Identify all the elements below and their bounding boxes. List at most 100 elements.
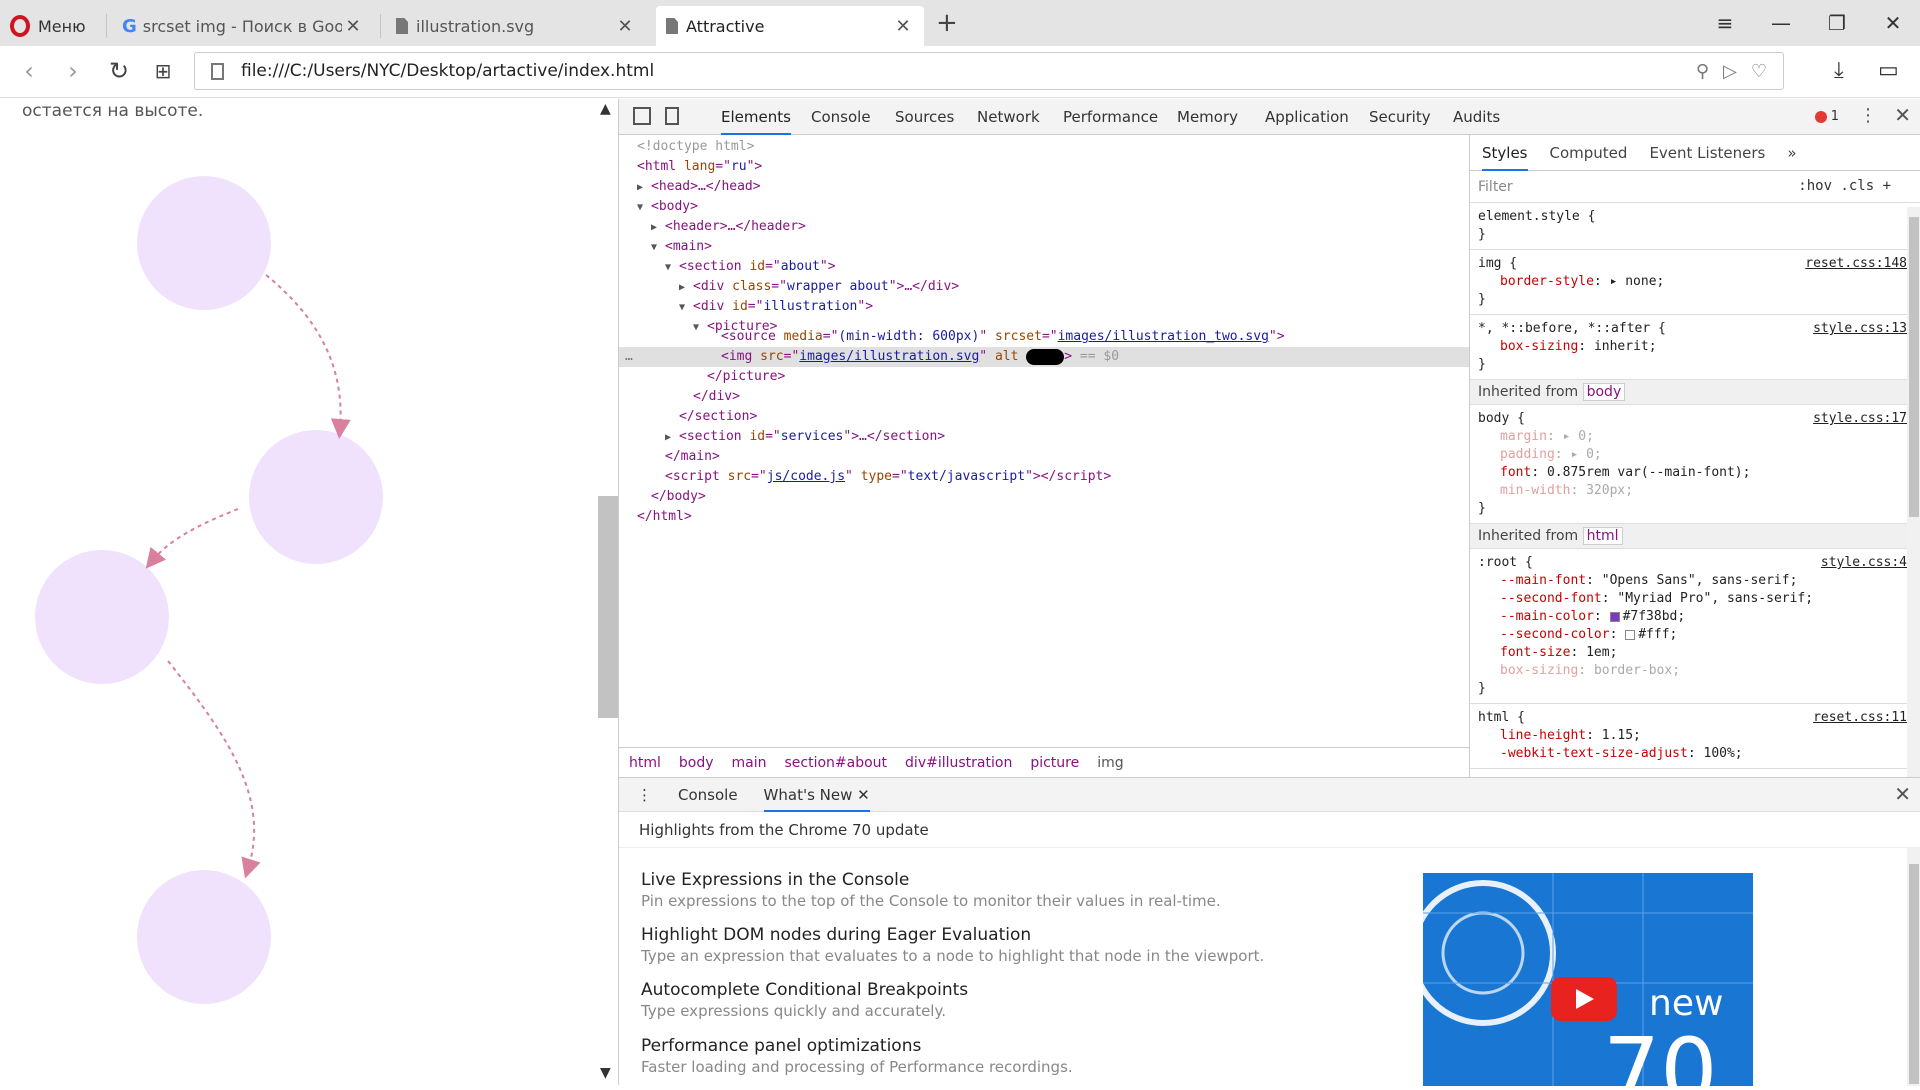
close-icon[interactable]: ✕ <box>892 16 914 37</box>
breadcrumb-img[interactable]: img <box>1097 755 1123 771</box>
battery-icon[interactable]: ▭ <box>1878 58 1899 83</box>
tree-section-close[interactable]: </section> <box>679 407 757 427</box>
tree-header[interactable]: ▶ <header>…</header> <box>651 217 806 237</box>
tree-picture-close[interactable]: </picture> <box>707 367 785 387</box>
styles-filter[interactable]: Filter :hov .cls + <box>1470 171 1920 203</box>
new-tab-button[interactable]: + <box>936 8 958 38</box>
minimize-button[interactable]: — <box>1758 6 1804 40</box>
tree-script[interactable]: <script src="js/code.js" type="text/java… <box>665 467 1111 487</box>
css-property[interactable]: line-height: 1.15; <box>1478 727 1913 745</box>
scroll-thumb[interactable] <box>1909 217 1919 517</box>
tree-main[interactable]: ▼ <main> <box>651 237 712 257</box>
reload-button[interactable]: ↻ <box>104 58 134 84</box>
send-icon[interactable]: ▷ <box>1723 61 1737 82</box>
rule-source-link[interactable]: reset.css:11 <box>1813 709 1907 727</box>
tree-doctype[interactable]: <!doctype html> <box>637 137 754 157</box>
close-window-button[interactable]: ✕ <box>1870 6 1916 40</box>
css-property[interactable]: font-size: 1em; <box>1478 644 1913 662</box>
tree-div-illustration[interactable]: ▼ <div id="illustration"> <box>679 297 873 317</box>
rule-source-link[interactable]: style.css:13 <box>1813 320 1907 338</box>
rule-source-link[interactable]: style.css:4 <box>1821 554 1907 572</box>
tree-div-close[interactable]: </div> <box>693 387 740 407</box>
tree-body-close[interactable]: </body> <box>651 487 706 507</box>
tab-performance[interactable]: Performance <box>1063 99 1158 135</box>
error-counter[interactable]: 1 <box>1814 109 1839 124</box>
rule-source-link[interactable]: style.css:17 <box>1813 410 1907 428</box>
scroll-thumb[interactable] <box>598 496 618 718</box>
tree-html-close[interactable]: </html> <box>637 507 692 527</box>
styles-scrollbar[interactable] <box>1907 207 1920 777</box>
feature-title[interactable]: Performance panel optimizations <box>641 1036 1401 1056</box>
device-toolbar-icon[interactable] <box>665 107 679 125</box>
feature-item[interactable]: Performance panel optimizations Faster l… <box>641 1036 1401 1076</box>
tree-head[interactable]: ▶ <head>…</head> <box>637 177 761 197</box>
close-icon[interactable]: ✕ <box>342 16 364 37</box>
breadcrumb-picture[interactable]: picture <box>1030 755 1079 771</box>
css-property[interactable]: padding: ▸ 0; <box>1478 446 1913 464</box>
tab-application[interactable]: Application <box>1265 99 1349 135</box>
drawer-tab-console[interactable]: Console <box>678 786 738 804</box>
tree-html[interactable]: <html lang="ru"> <box>637 157 762 177</box>
feature-title[interactable]: Autocomplete Conditional Breakpoints <box>641 980 1401 1000</box>
tree-section-about[interactable]: ▼ <section id="about"> <box>665 257 836 277</box>
rule-element-style[interactable]: element.style { } <box>1470 203 1920 250</box>
css-property[interactable]: border-style: ▸ none; <box>1478 273 1913 291</box>
tree-section-services[interactable]: ▶ <section id="services">…</section> <box>665 427 945 447</box>
breadcrumb-section[interactable]: section#about <box>785 755 888 771</box>
css-property[interactable]: box-sizing: border-box; <box>1478 662 1913 680</box>
forward-button[interactable]: › <box>58 58 88 84</box>
feature-title[interactable]: Live Expressions in the Console <box>641 870 1401 890</box>
tab-illustration-svg[interactable]: illustration.svg ✕ <box>386 6 646 46</box>
tab-elements[interactable]: Elements <box>721 99 791 135</box>
rule-img[interactable]: reset.css:148 img { border-style: ▸ none… <box>1470 250 1920 315</box>
breadcrumb-div[interactable]: div#illustration <box>905 755 1012 771</box>
css-property[interactable]: --main-color: #7f38bd; <box>1478 608 1913 626</box>
tree-body[interactable]: ▼ <body> <box>637 197 698 217</box>
more-options-icon[interactable]: ⋮ <box>1859 105 1877 126</box>
css-property[interactable]: min-width: 320px; <box>1478 482 1913 500</box>
color-swatch-icon[interactable] <box>1609 611 1620 622</box>
close-icon[interactable]: ✕ <box>857 786 870 804</box>
tree-div-wrapper[interactable]: ▶ <div class="wrapper about">…</div> <box>679 277 959 297</box>
rule-body[interactable]: style.css:17 body { margin: ▸ 0; padding… <box>1470 405 1920 524</box>
page-scrollbar[interactable]: ▲ ▼ <box>598 99 618 1085</box>
more-tabs-icon[interactable]: » <box>1787 144 1796 162</box>
tree-source[interactable]: <source media="(min-width: 600px)" srcse… <box>721 327 1285 347</box>
address-bar[interactable]: file:///C:/Users/NYC/Desktop/artactive/i… <box>194 52 1784 90</box>
scroll-up-icon[interactable]: ▲ <box>600 101 611 117</box>
tab-memory[interactable]: Memory <box>1177 99 1238 135</box>
breadcrumb-main[interactable]: main <box>732 755 767 771</box>
tab-menu-icon[interactable]: ≡ <box>1702 6 1748 40</box>
color-swatch-icon[interactable] <box>1625 629 1636 640</box>
rule-universal[interactable]: style.css:13 *, *::before, *::after { bo… <box>1470 315 1920 380</box>
tab-computed[interactable]: Computed <box>1550 144 1628 162</box>
heart-icon[interactable]: ♡ <box>1751 61 1767 82</box>
tab-google-search[interactable]: G srcset img - Поиск в Goog ✕ <box>112 6 374 46</box>
opera-menu-button[interactable]: Меню <box>10 8 86 44</box>
node-ellipsis[interactable]: … <box>625 347 633 367</box>
restore-button[interactable]: ❐ <box>1814 6 1860 40</box>
close-icon[interactable]: ✕ <box>614 16 636 37</box>
drawer-scrollbar[interactable] <box>1907 848 1920 1086</box>
tab-network[interactable]: Network <box>977 99 1040 135</box>
filter-tools[interactable]: :hov .cls + <box>1798 178 1891 194</box>
rule-html[interactable]: reset.css:11 html { line-height: 1.15; -… <box>1470 704 1920 769</box>
close-drawer-icon[interactable]: ✕ <box>1894 782 1911 806</box>
tree-img[interactable]: <img src="images/illustration.svg" alt >… <box>721 347 1119 367</box>
css-property[interactable]: margin: ▸ 0; <box>1478 428 1913 446</box>
feature-title[interactable]: Highlight DOM nodes during Eager Evaluat… <box>641 925 1401 945</box>
drawer-tab-whats-new[interactable]: What's New ✕ <box>763 778 870 812</box>
tab-security[interactable]: Security <box>1369 99 1431 135</box>
youtube-play-icon[interactable] <box>1551 977 1617 1021</box>
filter-input[interactable]: Filter <box>1478 179 1513 195</box>
inherited-tag[interactable]: body <box>1582 383 1626 401</box>
tab-audits[interactable]: Audits <box>1453 99 1500 135</box>
close-devtools-icon[interactable]: ✕ <box>1894 103 1911 127</box>
tab-styles[interactable]: Styles <box>1482 135 1528 171</box>
scroll-down-icon[interactable]: ▼ <box>600 1065 611 1081</box>
feature-item[interactable]: Highlight DOM nodes during Eager Evaluat… <box>641 925 1401 965</box>
chrome70-video-thumbnail[interactable]: new 70 <box>1423 873 1753 1086</box>
inherited-tag[interactable]: html <box>1582 527 1623 545</box>
search-icon[interactable]: ⚲ <box>1696 61 1709 82</box>
scroll-thumb[interactable] <box>1909 864 1919 1084</box>
